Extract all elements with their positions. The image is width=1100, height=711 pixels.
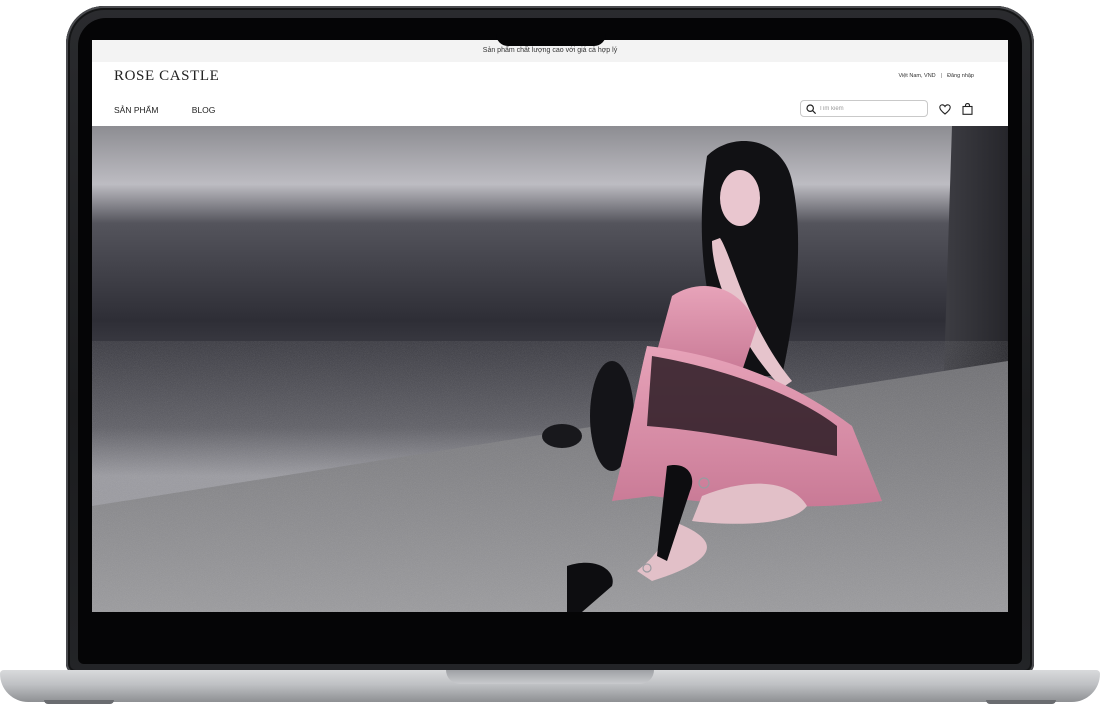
nav-item-blog[interactable]: BLOG	[192, 105, 216, 115]
search-input[interactable]	[816, 105, 919, 112]
account-bar: Việt Nam, VND | Đăng nhập	[898, 73, 974, 79]
browser-screen: Sản phẩm chất lượng cao với giá cả hợp l…	[92, 40, 1008, 612]
shopping-bag-icon	[961, 103, 973, 115]
camera-notch	[496, 18, 606, 46]
region-selector[interactable]: Việt Nam, VND	[898, 73, 935, 79]
laptop-base-notch	[446, 670, 654, 684]
cart-button[interactable]	[960, 102, 974, 116]
nav-item-products[interactable]: SẢN PHẨM	[114, 105, 158, 115]
laptop-foot	[44, 700, 114, 704]
login-link[interactable]: Đăng nhập	[947, 73, 974, 79]
laptop-foot	[986, 700, 1056, 704]
site-header: ROSE CASTLE Việt Nam, VND | Đăng nhập SẢN …	[92, 62, 1008, 126]
hero-banner[interactable]	[92, 126, 1008, 612]
hero-image	[92, 126, 1008, 612]
heart-icon	[939, 103, 951, 115]
wishlist-button[interactable]	[938, 102, 952, 116]
announcement-text: Sản phẩm chất lượng cao với giá cả hợp l…	[482, 47, 618, 54]
brand-logo[interactable]: ROSE CASTLE	[114, 68, 219, 85]
search-box[interactable]	[800, 100, 928, 117]
separator: |	[940, 73, 943, 79]
main-nav: SẢN PHẨM BLOG	[114, 105, 246, 115]
search-icon[interactable]	[806, 103, 816, 114]
